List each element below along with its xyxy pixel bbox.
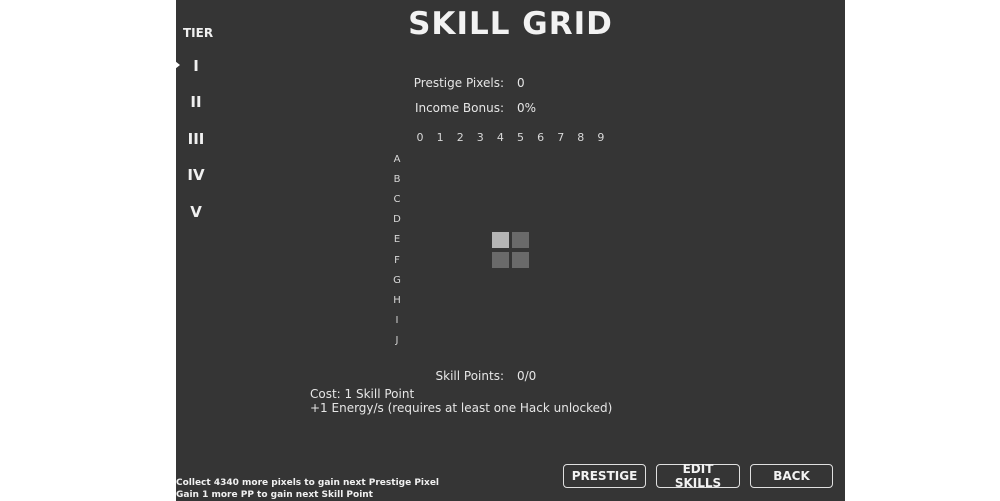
tier-5-button[interactable]: V	[176, 203, 216, 221]
grid-column-header: 0	[416, 131, 424, 144]
grid-column-header: 8	[577, 131, 585, 144]
tier-3-button[interactable]: III	[176, 130, 216, 148]
grid-row-header: I	[395, 314, 399, 326]
grid-row-header: G	[393, 274, 401, 286]
skill-cell-f4[interactable]	[492, 252, 509, 268]
prestige-pixels-value: 0	[517, 76, 525, 90]
prestige-button[interactable]: PRESTIGE	[563, 464, 646, 488]
grid-column-header: 5	[517, 131, 524, 144]
grid-column-header: 9	[597, 131, 605, 144]
prestige-pixels-label: Prestige Pixels:	[413, 76, 504, 90]
grid-row-header: C	[393, 194, 401, 206]
grid-row-header: E	[393, 234, 401, 246]
grid-row-header: D	[393, 214, 401, 226]
grid-row-header: B	[393, 174, 401, 186]
grid-column-header: 4	[496, 131, 504, 144]
skill-points-value: 0/0	[517, 369, 537, 383]
game-panel: SKILL GRID TIER I II III IV V Prestige P…	[175, 0, 845, 501]
grid-row-header: F	[394, 254, 400, 266]
skill-cell-f5[interactable]	[512, 252, 529, 268]
page-title: SKILL GRID	[408, 6, 613, 42]
income-bonus-value: 0%	[517, 101, 537, 115]
tier-1-button[interactable]: I	[176, 57, 216, 75]
grid-row-header: A	[393, 154, 401, 165]
prestige-progress-text: Collect 4340 more pixels to gain next Pr…	[176, 478, 440, 488]
skill-effect-text: +1 Energy/s (requires at least one Hack …	[310, 401, 613, 415]
back-button[interactable]: BACK	[750, 464, 833, 488]
grid-column-header: 1	[436, 131, 444, 144]
skill-cell-e4[interactable]	[492, 232, 509, 248]
skill-cost-text: Cost: 1 Skill Point	[310, 387, 415, 401]
grid-column-header: 6	[537, 131, 545, 144]
income-bonus-label: Income Bonus:	[414, 101, 504, 115]
edit-skills-button[interactable]: EDIT SKILLS	[656, 462, 740, 490]
skill-point-progress-text: Gain 1 more PP to gain next Skill Point	[176, 490, 373, 500]
grid-row-header: H	[393, 294, 401, 306]
skill-points-label: Skill Points:	[435, 369, 504, 383]
tier-label: TIER	[183, 26, 214, 40]
grid-row-header: J	[395, 334, 399, 346]
skill-cell-e5[interactable]	[512, 232, 529, 248]
tier-2-button[interactable]: II	[176, 93, 216, 111]
grid-column-header: 7	[557, 131, 565, 144]
grid-column-header: 3	[476, 131, 484, 144]
grid-column-header: 2	[456, 131, 464, 144]
tier-4-button[interactable]: IV	[176, 166, 216, 184]
